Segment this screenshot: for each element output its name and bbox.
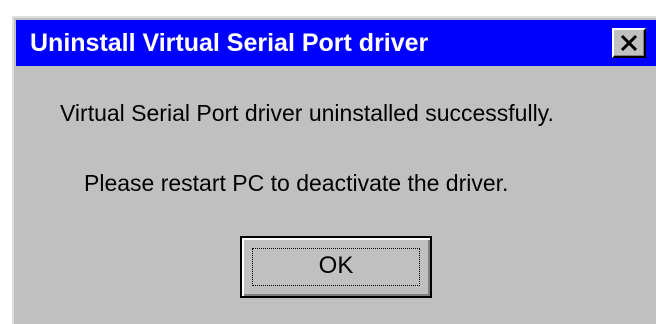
- ok-button[interactable]: OK: [240, 236, 432, 298]
- message-line-1: Virtual Serial Port driver uninstalled s…: [60, 100, 554, 126]
- title-bar: Uninstall Virtual Serial Port driver: [16, 20, 656, 66]
- ok-button-label: OK: [318, 252, 354, 279]
- uninstall-dialog: Uninstall Virtual Serial Port driver Vir…: [12, 16, 656, 324]
- close-icon: [620, 34, 638, 52]
- close-button[interactable]: [612, 28, 646, 58]
- message-line-2: Please restart PC to deactivate the driv…: [84, 170, 509, 196]
- window-title: Uninstall Virtual Serial Port driver: [30, 29, 429, 57]
